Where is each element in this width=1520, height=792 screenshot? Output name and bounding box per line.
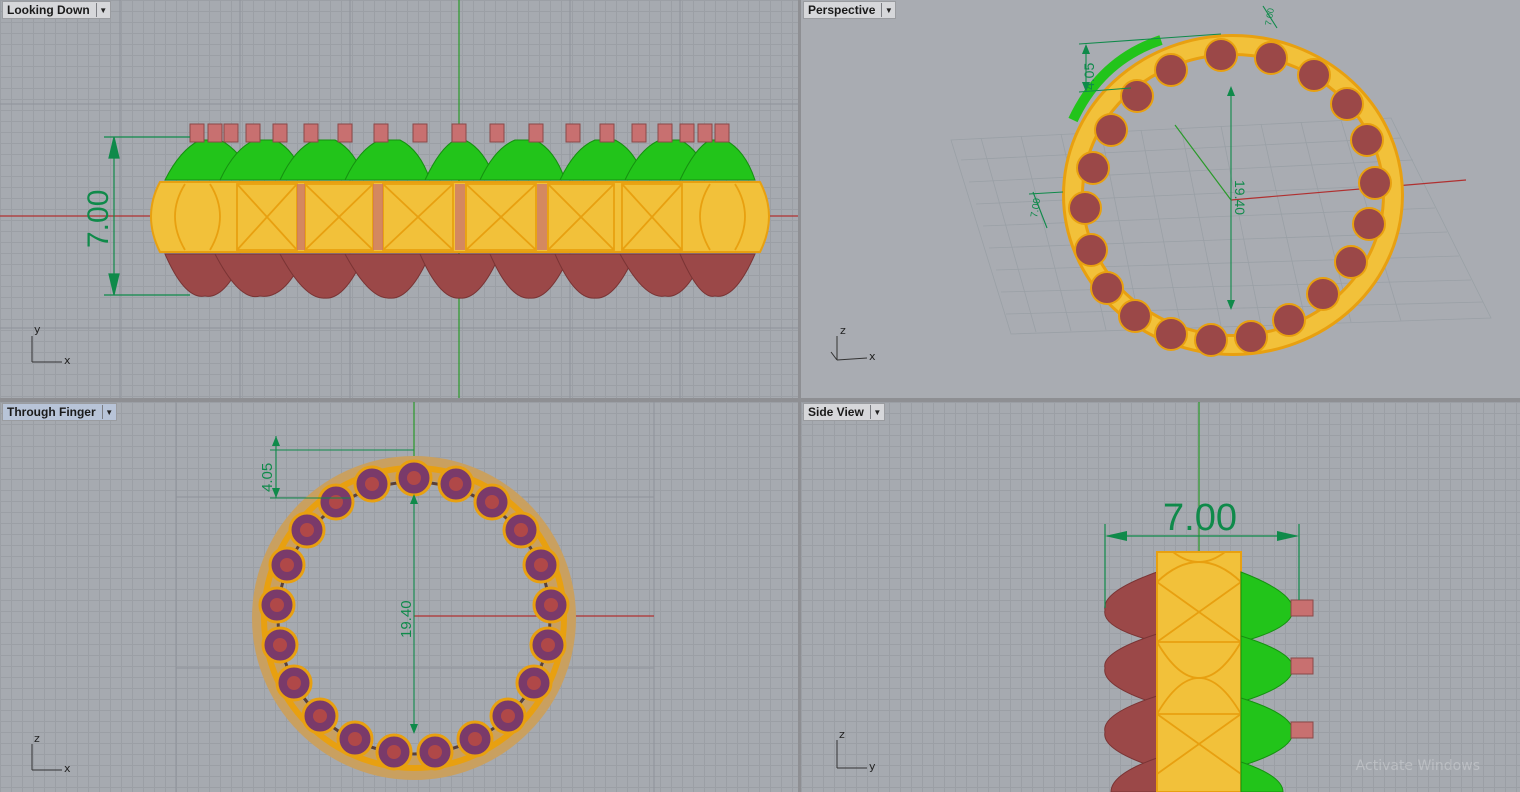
gold-column (1156, 551, 1242, 792)
viewport-menu-icon[interactable]: ▼ (101, 405, 116, 419)
viewport-looking-down[interactable]: Looking Down ▼ 7.00 y x (0, 0, 798, 398)
viewport-side-view[interactable]: Side View ▼ 7.00 z y Activate Windows (801, 402, 1520, 792)
viewport-title: Side View (808, 405, 864, 419)
perspective-scene[interactable]: 4.05 19.40 7.00 7.00 z x (801, 0, 1520, 398)
pin-row (189, 123, 730, 143)
viewport-through-finger[interactable]: Through Finger ▼ 4.05 19.40 z x (0, 402, 798, 792)
green-prongs-row (164, 139, 756, 181)
axis-label-x: x (64, 762, 71, 775)
viewport-label-looking-down[interactable]: Looking Down ▼ (2, 1, 111, 19)
dimension-label: 7.00 (82, 190, 115, 248)
looking-down-scene[interactable]: 7.00 y x (0, 0, 798, 398)
activation-watermark: Activate Windows (1355, 758, 1480, 774)
viewport-menu-icon[interactable]: ▼ (881, 3, 895, 17)
viewport-label-through-finger[interactable]: Through Finger ▼ (2, 403, 117, 421)
viewport-title: Perspective (808, 3, 876, 17)
side-view-scene[interactable]: 7.00 z y (801, 402, 1520, 792)
dimension-diameter-label: 19.40 (1232, 180, 1248, 215)
axis-label-z: z (34, 732, 40, 745)
dimension-height-label: 4.05 (259, 463, 276, 492)
y-axis-line (1174, 124, 1232, 201)
axis-label-x: x (64, 354, 71, 367)
maroon-stones-row (164, 253, 756, 299)
axis-label-z: z (839, 728, 845, 741)
axis-label-x: x (869, 350, 876, 363)
dimension-height-label: 4.05 (1081, 63, 1097, 90)
maroon-stones-column (1104, 571, 1158, 792)
viewport-title: Through Finger (7, 405, 96, 419)
perspective-grid (950, 117, 1492, 335)
gold-band (150, 181, 770, 253)
viewport-label-side-view[interactable]: Side View ▼ (803, 403, 885, 421)
pin-column (1290, 599, 1314, 739)
viewport-perspective[interactable]: Perspective ▼ 4.05 19.40 7.00 7.00 z x (801, 0, 1520, 398)
axis-gizmo (31, 744, 62, 771)
axis-label-z: z (840, 324, 846, 337)
axis-gizmo (31, 336, 62, 363)
axis-label-y: y (34, 323, 41, 336)
axis-gizmo (836, 740, 867, 769)
viewport-menu-icon[interactable]: ▼ (869, 405, 884, 419)
axis-label-y: y (869, 760, 876, 773)
viewport-menu-icon[interactable]: ▼ (95, 3, 110, 17)
dimension-label: 7.00 (1163, 497, 1237, 539)
through-finger-scene[interactable]: 4.05 19.40 z x (0, 402, 798, 792)
axis-gizmo (830, 336, 868, 361)
viewport-title: Looking Down (7, 3, 90, 17)
green-prongs-column (1240, 571, 1294, 792)
dimension-diameter-label: 19.40 (398, 600, 415, 638)
viewport-label-perspective[interactable]: Perspective ▼ (803, 1, 897, 19)
